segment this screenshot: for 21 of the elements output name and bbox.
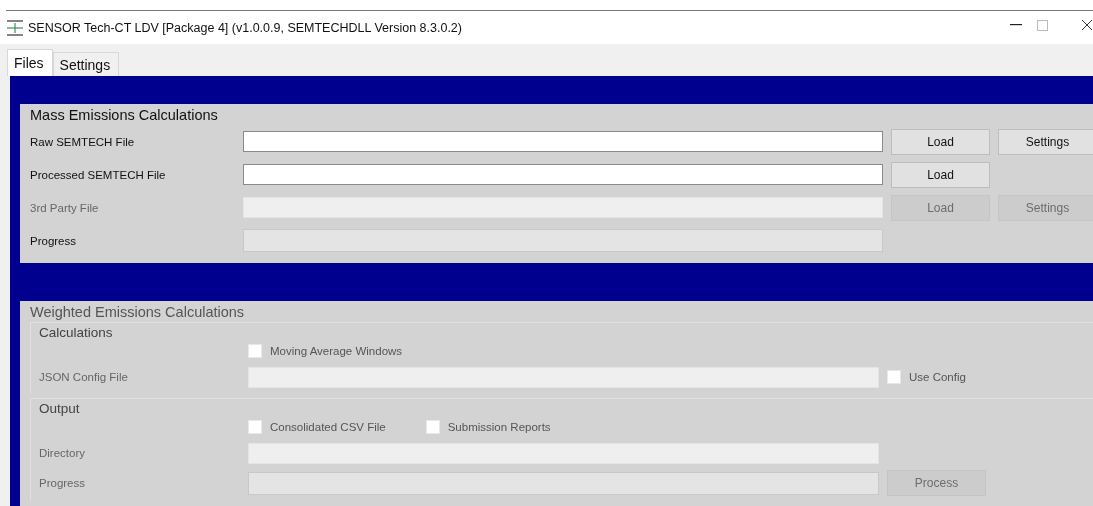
load-button[interactable]: Load [891,128,990,155]
group-title: Output [39,401,81,416]
section-title: Weighted Emissions Calculations [30,304,246,320]
checkbox-label: Moving Average Windows [270,345,403,357]
settings-button[interactable]: Settings [998,128,1093,155]
field-label: 3rd Party File [30,201,100,214]
tab[interactable]: Settings [52,52,120,76]
load-button[interactable]: Load [891,161,990,188]
field-label: Processed SEMTECH File [30,168,167,181]
checkbox-label: Submission Reports [447,421,551,433]
field-label: Progress [30,234,78,247]
window-title: SENSOR Tech-CT LDV [Package 4] (v1.0.0.9, SEMTECHDLL Version 8.3.0.2) [28,20,462,35]
field-label: JSON Config File [39,371,129,383]
section-title: Mass Emissions Calculations [30,107,219,123]
field-label: Progress [39,477,87,489]
checkbox-label: Consolidated CSV File [270,421,386,433]
group-title: Calculations [39,325,114,340]
field-label: Raw SEMTECH File [30,135,136,148]
field-label: Directory [39,447,86,459]
checkbox-label: Use Config [909,371,966,383]
tab[interactable]: Files [7,49,53,76]
